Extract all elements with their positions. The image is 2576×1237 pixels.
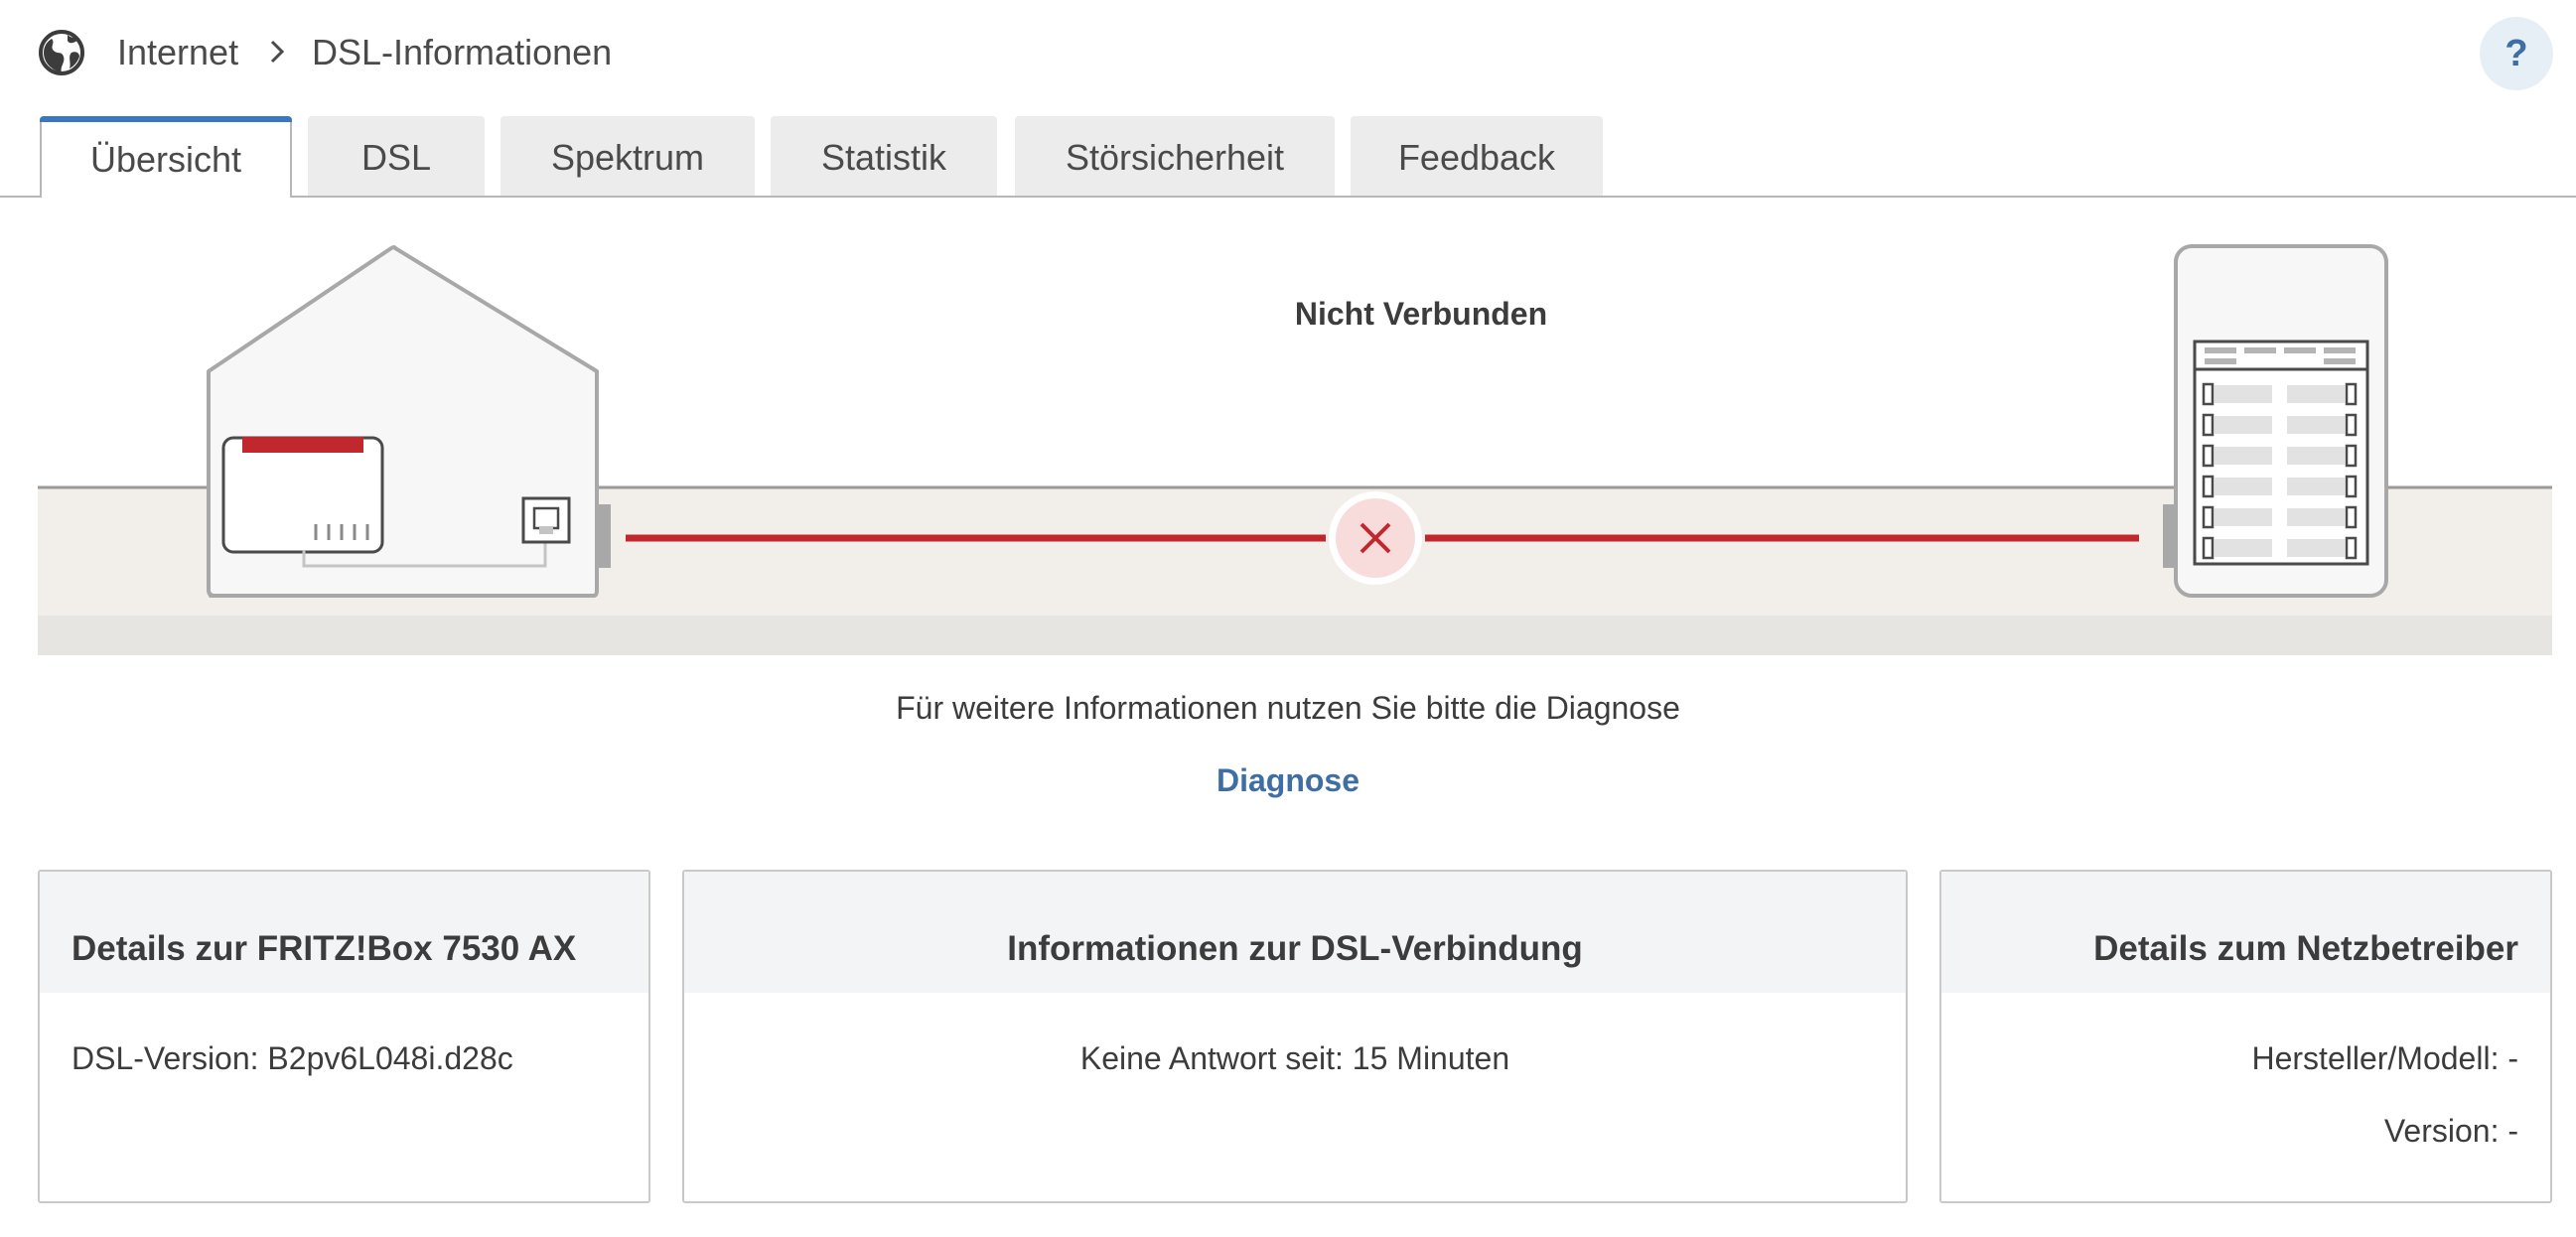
tab-bar: Übersicht DSL Spektrum Statistik Störsic… <box>0 116 2576 198</box>
card-network-operator-details: Details zum Netzbetreiber Hersteller/Mod… <box>1939 870 2552 1203</box>
card-title: Details zum Netzbetreiber <box>1941 872 2550 993</box>
tab-dsl[interactable]: DSL <box>308 116 485 196</box>
globe-icon <box>39 30 84 75</box>
header: Internet DSL-Informationen ? <box>0 0 2576 104</box>
card-fritzbox-details: Details zur FRITZ!Box 7530 AX DSL-Versio… <box>38 870 650 1203</box>
chevron-right-icon <box>270 40 285 64</box>
tab-uebersicht[interactable]: Übersicht <box>40 116 292 198</box>
router-icon <box>221 436 384 554</box>
house-icon <box>207 245 611 598</box>
breadcrumb-internet[interactable]: Internet <box>117 30 238 75</box>
card-title: Informationen zur DSL-Verbindung <box>684 872 1906 993</box>
ground-base <box>38 616 2552 655</box>
tab-divider <box>0 196 2576 198</box>
tab-feedback[interactable]: Feedback <box>1351 116 1603 196</box>
tab-spektrum[interactable]: Spektrum <box>501 116 755 196</box>
no-response-since: Keine Antwort seit: 15 Minuten <box>1079 1040 1510 1076</box>
connection-diagram: Nicht Verbunden <box>38 234 2552 655</box>
dsl-version: DSL-Version: B2pv6L048i.d28c <box>72 1040 513 1076</box>
page: Internet DSL-Informationen ? Übersicht D… <box>0 0 2576 1237</box>
breadcrumb-current-page: DSL-Informationen <box>312 32 613 72</box>
diagnose-hint: Für weitere Informationen nutzen Sie bit… <box>896 690 1680 726</box>
tab-statistik[interactable]: Statistik <box>771 116 997 196</box>
card-dsl-connection-info: Informationen zur DSL-Verbindung Keine A… <box>682 870 1908 1203</box>
diagnose-link[interactable]: Diagnose <box>0 762 2576 799</box>
help-button[interactable]: ? <box>2480 17 2553 90</box>
connection-error-icon <box>1327 489 1424 587</box>
manufacturer-model: Hersteller/Modell: - <box>2251 1040 2518 1076</box>
exchange-cabinet-icon <box>2163 244 2388 598</box>
operator-version: Version: - <box>2383 1113 2518 1149</box>
connection-status: Nicht Verbunden <box>1294 296 1548 332</box>
card-title: Details zur FRITZ!Box 7530 AX <box>40 872 648 993</box>
tab-stoersicherheit[interactable]: Störsicherheit <box>1015 116 1335 196</box>
